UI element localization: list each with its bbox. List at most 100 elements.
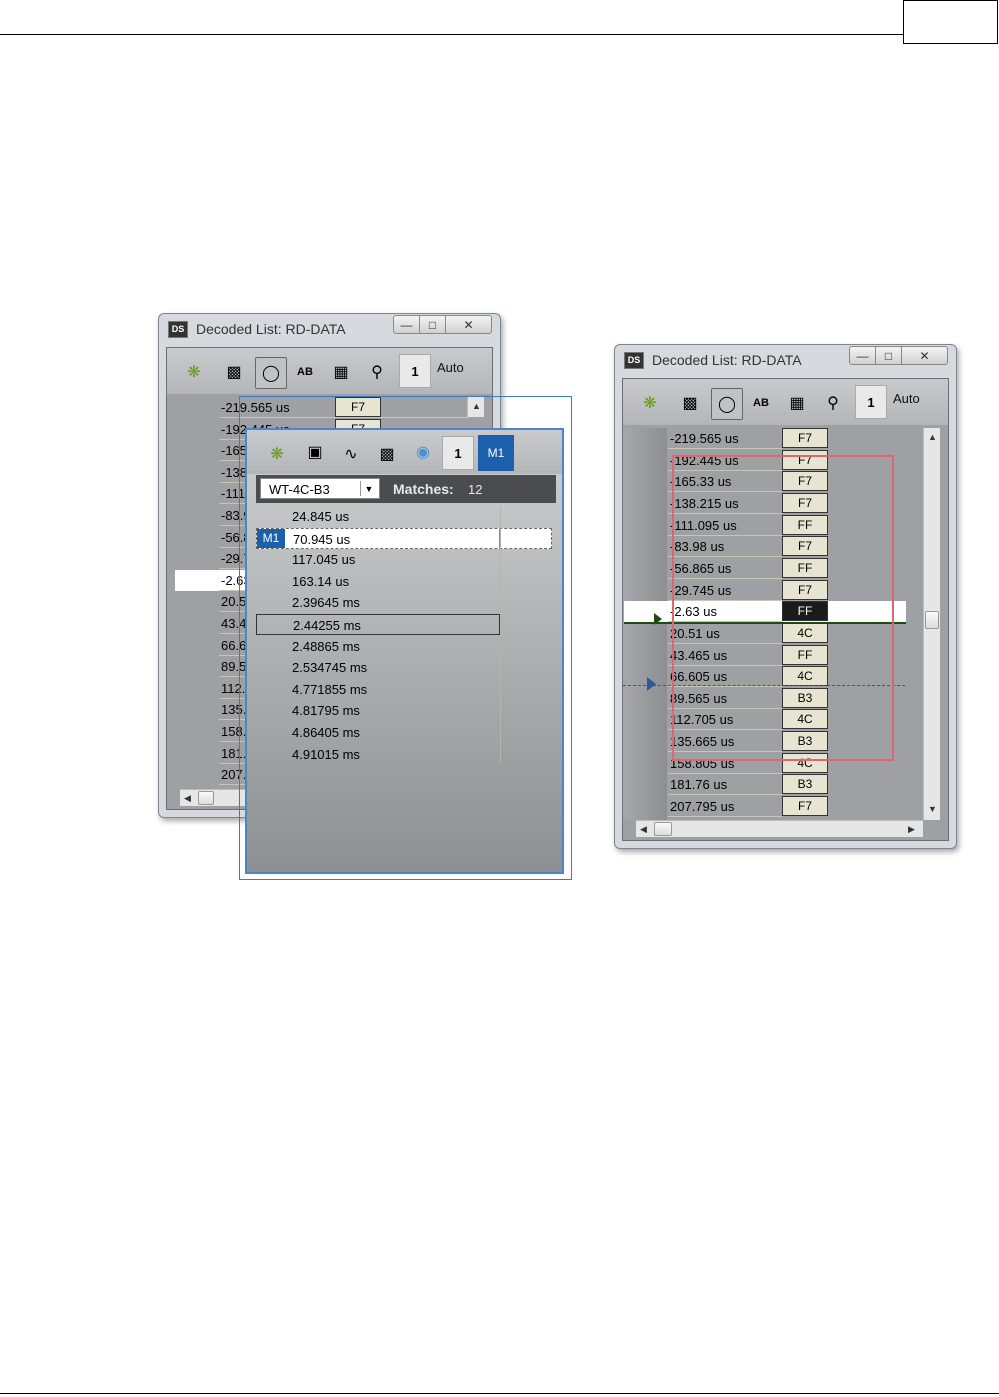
search-bar: WT-4C-B3 ▼ Matches: 12 (256, 475, 556, 503)
auto-selector[interactable]: Auto (437, 360, 464, 375)
auto-selector[interactable]: Auto (893, 391, 920, 406)
search-number-selector[interactable]: 1 (442, 436, 474, 470)
column-divider (500, 506, 501, 764)
match-item[interactable]: 2.48865 ms (256, 636, 556, 657)
close-button[interactable]: ✕ (446, 315, 492, 334)
app-icon: DS (624, 351, 644, 369)
match-time: 4.91015 ms (292, 746, 360, 762)
cursor-arrow-icon[interactable] (647, 677, 656, 691)
match-time: 2.48865 ms (292, 638, 360, 654)
match-list: 24.845 us M1 70.945 us 117.045 us 163.14 us 2… (256, 506, 556, 864)
pattern-dropdown[interactable]: WT-4C-B3 ▼ (260, 478, 380, 499)
match-item[interactable]: 117.045 us (256, 549, 556, 570)
header-rule (0, 34, 903, 35)
right-toolbar: ❋ ▩ ◯ AB ▦ ⚲ 1 Auto (623, 379, 948, 425)
right-titlebar[interactable]: DS Decoded List: RD-DATA — □ ✕ (615, 345, 956, 375)
match-item[interactable]: 2.44255 ms (256, 614, 500, 635)
scroll-left-arrow[interactable]: ◀ (640, 824, 647, 835)
row-divider (668, 816, 782, 818)
match-time: 2.534745 ms (292, 660, 368, 676)
row-value: F7 (782, 796, 828, 817)
right-decoded-list-window: DS Decoded List: RD-DATA — □ ✕ ❋ ▩ ◯ AB … (614, 344, 957, 849)
list-item[interactable]: 181.76 us B3 (668, 774, 926, 795)
list-item[interactable]: -219.565 us F7 (668, 428, 926, 449)
export-icon[interactable]: ▩ (222, 360, 246, 384)
match-item[interactable]: 24.845 us (256, 506, 556, 527)
row-value: F7 (782, 428, 828, 448)
match-item[interactable]: 4.91015 ms (256, 744, 556, 765)
window-title: Decoded List: RD-DATA (196, 321, 346, 337)
match-item[interactable]: 4.86405 ms (256, 722, 556, 743)
marker-icon[interactable]: ◯ (255, 357, 287, 389)
match-time: 2.44255 ms (293, 618, 361, 633)
scroll-right-arrow[interactable]: ▶ (908, 824, 915, 835)
gear-icon[interactable]: ❋ (638, 391, 662, 415)
match-time: 117.045 us (292, 552, 356, 568)
search-panel: ❋ ▣ ∿ ▩ ◉ 1 M1 WT-4C-B3 ▼ Matches: 12 24… (245, 428, 564, 874)
match-time: 2.39645 ms (292, 595, 360, 611)
scroll-down-arrow[interactable]: ▼ (928, 804, 937, 814)
maximize-button[interactable]: □ (420, 315, 446, 334)
right-hscroll[interactable]: ◀ ▶ (636, 820, 923, 837)
match-item[interactable]: 4.81795 ms (256, 700, 556, 721)
ab-icon[interactable]: AB (293, 360, 317, 384)
app-icon: DS (168, 320, 188, 338)
match-time: 163.14 us (292, 573, 350, 589)
close-button[interactable]: ✕ (902, 346, 948, 365)
minimize-button[interactable]: — (849, 346, 876, 365)
match-time: 4.86405 ms (292, 725, 360, 740)
in-out-icon[interactable]: ⚲ (821, 391, 845, 415)
match-time: 24.845 us (292, 509, 350, 524)
trigger-arrow-icon[interactable] (654, 613, 662, 625)
hscroll-thumb[interactable] (198, 791, 214, 805)
wave-icon[interactable]: ∿ (339, 442, 363, 466)
view-icon[interactable]: ▦ (329, 360, 353, 384)
window-title: Decoded List: RD-DATA (652, 352, 802, 368)
match-item[interactable]: 2.534745 ms (256, 657, 556, 678)
match-time: 70.945 us (293, 531, 351, 547)
matches-label: Matches: (393, 481, 454, 497)
chevron-down-icon[interactable]: ▼ (360, 481, 377, 496)
left-titlebar[interactable]: DS Decoded List: RD-DATA — □ ✕ (159, 314, 500, 344)
hscroll-thumb[interactable] (654, 822, 672, 836)
gear-icon[interactable]: ❋ (265, 442, 289, 466)
export-icon[interactable]: ▩ (375, 442, 399, 466)
marker-icon[interactable]: ◯ (711, 388, 743, 420)
number-selector[interactable]: 1 (399, 354, 431, 388)
vscroll-thumb[interactable] (925, 611, 939, 629)
ab-icon[interactable]: AB (749, 391, 773, 415)
row-time: 181.76 us (670, 777, 728, 793)
row-time: 207.795 us (670, 799, 735, 815)
match-time: 4.771855 ms (292, 681, 368, 697)
minimize-button[interactable]: — (393, 315, 420, 334)
right-vscroll[interactable]: ▲ ▼ (923, 428, 940, 820)
match-item[interactable]: 4.771855 ms (256, 679, 556, 700)
window-icon[interactable]: ▣ (303, 440, 327, 464)
match-item[interactable]: 163.14 us (256, 571, 556, 592)
match-marker: M1 (257, 528, 285, 548)
page-number-box (903, 0, 998, 44)
bulb-icon[interactable]: ◉ (411, 440, 435, 464)
pattern-value: WT-4C-B3 (269, 482, 330, 497)
export-icon[interactable]: ▩ (678, 391, 702, 415)
matches-count: 12 (468, 482, 483, 497)
match-item[interactable]: 2.39645 ms (256, 592, 556, 613)
maximize-button[interactable]: □ (876, 346, 902, 365)
row-value: B3 (782, 774, 828, 795)
gear-icon[interactable]: ❋ (182, 360, 206, 384)
match-item[interactable]: M1 70.945 us (256, 527, 552, 549)
scroll-left-arrow[interactable]: ◀ (184, 793, 191, 804)
highlight-selection-box (672, 455, 894, 761)
search-toolbar: ❋ ▣ ∿ ▩ ◉ 1 M1 (247, 430, 562, 474)
match-time: 4.81795 ms (292, 703, 360, 719)
list-item[interactable]: 207.795 us F7 (668, 796, 926, 817)
view-icon[interactable]: ▦ (785, 391, 809, 415)
row-time: -219.565 us (670, 431, 739, 446)
footer-rule (0, 1393, 999, 1394)
m1-marker-button[interactable]: M1 (478, 435, 514, 471)
left-toolbar: ❋ ▩ ◯ AB ▦ ⚲ 1 Auto (167, 348, 492, 394)
scroll-up-arrow[interactable]: ▲ (928, 432, 937, 442)
in-out-icon[interactable]: ⚲ (365, 360, 389, 384)
number-selector[interactable]: 1 (855, 385, 887, 419)
right-window-body: ❋ ▩ ◯ AB ▦ ⚲ 1 Auto -219.565 us F7 -192.44… (622, 378, 949, 841)
